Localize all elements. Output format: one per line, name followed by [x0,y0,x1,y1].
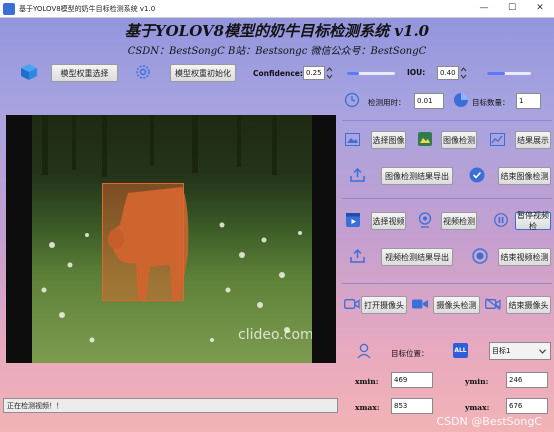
page-subtitle: CSDN：BestSongC B站：Bestsongc 微信公众号：BestSo… [127,46,427,57]
detect-camera-button[interactable]: 摄像头检测 [433,296,480,314]
confidence-slider[interactable] [347,67,395,79]
minimize-button[interactable]: — [470,0,498,18]
window-titlebar: 基于YOLOV8模型的奶牛目标检测系统 v1.0 — ☐ ✕ [0,0,554,18]
confidence-label: Confidence: [253,69,303,78]
maximize-button[interactable]: ☐ [498,0,526,18]
confidence-spinbox[interactable]: 0.25 [303,66,325,80]
count-value: 1 [516,93,541,109]
close-button[interactable]: ✕ [526,0,554,18]
pause-video-button[interactable]: 暂停视频检 [515,211,551,231]
video-frame: clideo.com [32,115,312,363]
csdn-watermark: CSDN @BestSongC [436,415,542,428]
video-camera-icon [412,299,428,309]
end-video-button[interactable]: 结束视频检测 [498,248,551,266]
image-icon [345,133,360,146]
target-select-value: 目标1 [492,347,511,355]
time-value: 0.01 [414,93,444,109]
page-title: 基于YOLOV8模型的奶牛目标检测系统 v1.0 [124,22,430,40]
ymax-value: 676 [506,398,548,414]
image-detect-icon [418,132,432,146]
timer-icon [344,92,360,108]
chevron-down-icon [539,349,546,354]
xmin-label: xmin: [355,377,379,386]
divider [342,283,552,284]
divider [342,198,552,199]
ymax-label: ymax: [465,403,490,412]
select-image-button[interactable]: 选择图像 [371,131,406,149]
detection-bbox [102,183,184,301]
video-file-icon [346,213,360,227]
xmax-label: xmax: [355,403,380,412]
camera-off-icon [485,298,501,310]
count-label: 目标数量： [472,98,510,107]
export-video-button[interactable]: 视频检测结果导出 [381,248,453,266]
pie-chart-icon [454,93,468,107]
camera-icon [344,299,360,309]
iou-slider[interactable] [487,67,531,79]
open-camera-button[interactable]: 打开摄像头 [361,296,407,314]
app-icon [3,2,15,15]
export-icon [350,168,365,182]
detect-video-button[interactable]: 视频检测 [441,212,477,230]
iou-stepper-icon[interactable] [460,66,467,80]
stop-circle-icon [472,248,488,264]
check-circle-icon [469,167,485,183]
cube-icon [21,64,37,80]
detect-image-button[interactable]: 图像检测 [441,131,477,149]
target-position-label: 目标位置： [391,349,429,358]
ymin-value: 246 [506,372,548,388]
user-location-icon [357,343,371,359]
select-weight-button[interactable]: 模型权重选择 [51,64,118,82]
iou-label: IOU: [407,68,426,77]
select-video-button[interactable]: 选择视频 [371,212,406,230]
export-icon [350,249,365,263]
gear-icon[interactable] [135,64,151,80]
webcam-icon [418,212,432,228]
init-weight-button[interactable]: 模型权重初始化 [170,64,236,82]
line-chart-icon [490,133,505,146]
window-title: 基于YOLOV8模型的奶牛目标检测系统 v1.0 [19,4,156,13]
all-badge: ALL [453,343,468,358]
confidence-stepper-icon[interactable] [326,66,333,80]
xmin-value: 469 [391,372,433,388]
video-watermark: clideo.com [238,327,312,343]
divider [342,120,552,121]
status-bar: 正在检测视频！！ [3,398,338,413]
end-image-button[interactable]: 结束图像检测 [498,167,551,185]
time-label: 检测用时： [368,98,406,107]
video-display: clideo.com [6,115,336,363]
export-image-button[interactable]: 图像检测结果导出 [381,167,453,185]
show-result-button[interactable]: 结果展示 [515,131,551,149]
window-controls: — ☐ ✕ [470,0,554,18]
xmax-value: 853 [391,398,433,414]
end-camera-button[interactable]: 结束摄像头 [506,296,551,314]
target-select[interactable]: 目标1 [489,342,551,360]
pause-icon [494,213,508,227]
ymin-label: ymin: [465,377,489,386]
iou-spinbox[interactable]: 0.40 [437,66,459,80]
